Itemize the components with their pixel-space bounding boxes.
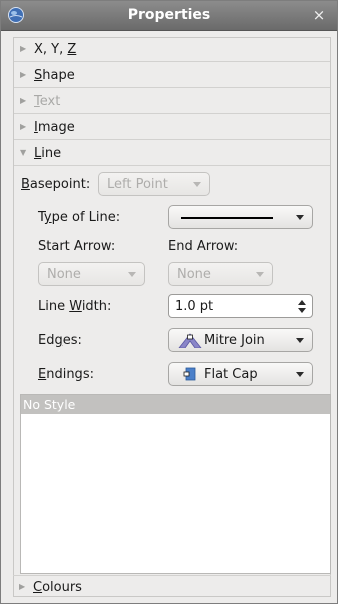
chevron-down-icon bbox=[296, 372, 304, 377]
end-arrow-value: None bbox=[177, 267, 211, 282]
window-title: Properties bbox=[127, 7, 211, 23]
basepoint-label: Basepoint: bbox=[21, 177, 91, 192]
end-arrow-select[interactable]: None bbox=[168, 262, 273, 286]
expand-arrow-icon: ▶ bbox=[20, 122, 27, 131]
end-arrow-label: End Arrow: bbox=[168, 239, 239, 254]
section-shape[interactable]: ▶ Shape bbox=[14, 64, 330, 88]
chevron-down-icon bbox=[128, 272, 136, 277]
endings-value: Flat Cap bbox=[204, 367, 258, 382]
style-list-header[interactable]: No Style bbox=[21, 395, 330, 414]
style-list[interactable]: No Style bbox=[20, 394, 331, 574]
title-bar[interactable]: Properties × bbox=[1, 1, 337, 31]
mitre-join-icon bbox=[178, 332, 202, 349]
line-width-spinbox[interactable]: 1.0 pt bbox=[168, 294, 313, 318]
solid-line-sample bbox=[181, 217, 273, 219]
spin-arrows-icon[interactable] bbox=[298, 300, 306, 313]
basepoint-select[interactable]: Left Point bbox=[98, 172, 210, 196]
edges-label: Edges: bbox=[38, 333, 82, 348]
section-image[interactable]: ▶ Image bbox=[14, 116, 330, 140]
chevron-down-icon bbox=[193, 182, 201, 187]
section-label: Line bbox=[34, 146, 62, 161]
section-xyz[interactable]: ▶ X, Y, Z bbox=[14, 38, 330, 62]
close-button[interactable]: × bbox=[311, 6, 327, 24]
expand-arrow-icon: ▶ bbox=[20, 44, 27, 53]
line-width-label: Line Width: bbox=[38, 299, 112, 314]
start-arrow-value: None bbox=[47, 267, 81, 282]
line-style-select[interactable] bbox=[168, 205, 313, 229]
section-label: Shape bbox=[34, 68, 75, 83]
section-label: Text bbox=[34, 94, 61, 109]
section-label: Colours bbox=[33, 580, 82, 595]
properties-window: Properties × ▶ X, Y, Z ▶ Shape ▶ Text ▶ … bbox=[0, 0, 338, 604]
section-line[interactable]: ▼ Line bbox=[14, 142, 330, 166]
expand-arrow-icon: ▶ bbox=[19, 582, 26, 591]
basepoint-value: Left Point bbox=[107, 177, 168, 192]
chevron-down-icon bbox=[296, 338, 304, 343]
endings-label: Endings: bbox=[38, 367, 94, 382]
flat-cap-icon bbox=[183, 367, 197, 381]
chevron-down-icon bbox=[256, 272, 264, 277]
section-label: Image bbox=[34, 120, 75, 135]
section-text: ▶ Text bbox=[14, 90, 330, 114]
edges-value: Mitre Join bbox=[204, 333, 265, 348]
section-label: X, Y, Z bbox=[34, 42, 77, 57]
start-arrow-select[interactable]: None bbox=[38, 262, 145, 286]
edges-select[interactable]: Mitre Join bbox=[168, 328, 313, 352]
expand-arrow-icon: ▶ bbox=[20, 96, 27, 105]
expand-arrow-icon: ▶ bbox=[20, 70, 27, 79]
chevron-down-icon bbox=[296, 215, 304, 220]
line-width-value: 1.0 pt bbox=[175, 299, 214, 314]
section-colours[interactable]: ▶ Colours bbox=[13, 575, 331, 597]
type-of-line-label: Type of Line: bbox=[38, 210, 121, 225]
endings-select[interactable]: Flat Cap bbox=[168, 362, 313, 386]
start-arrow-label: Start Arrow: bbox=[38, 239, 116, 254]
collapse-arrow-icon: ▼ bbox=[20, 148, 27, 157]
